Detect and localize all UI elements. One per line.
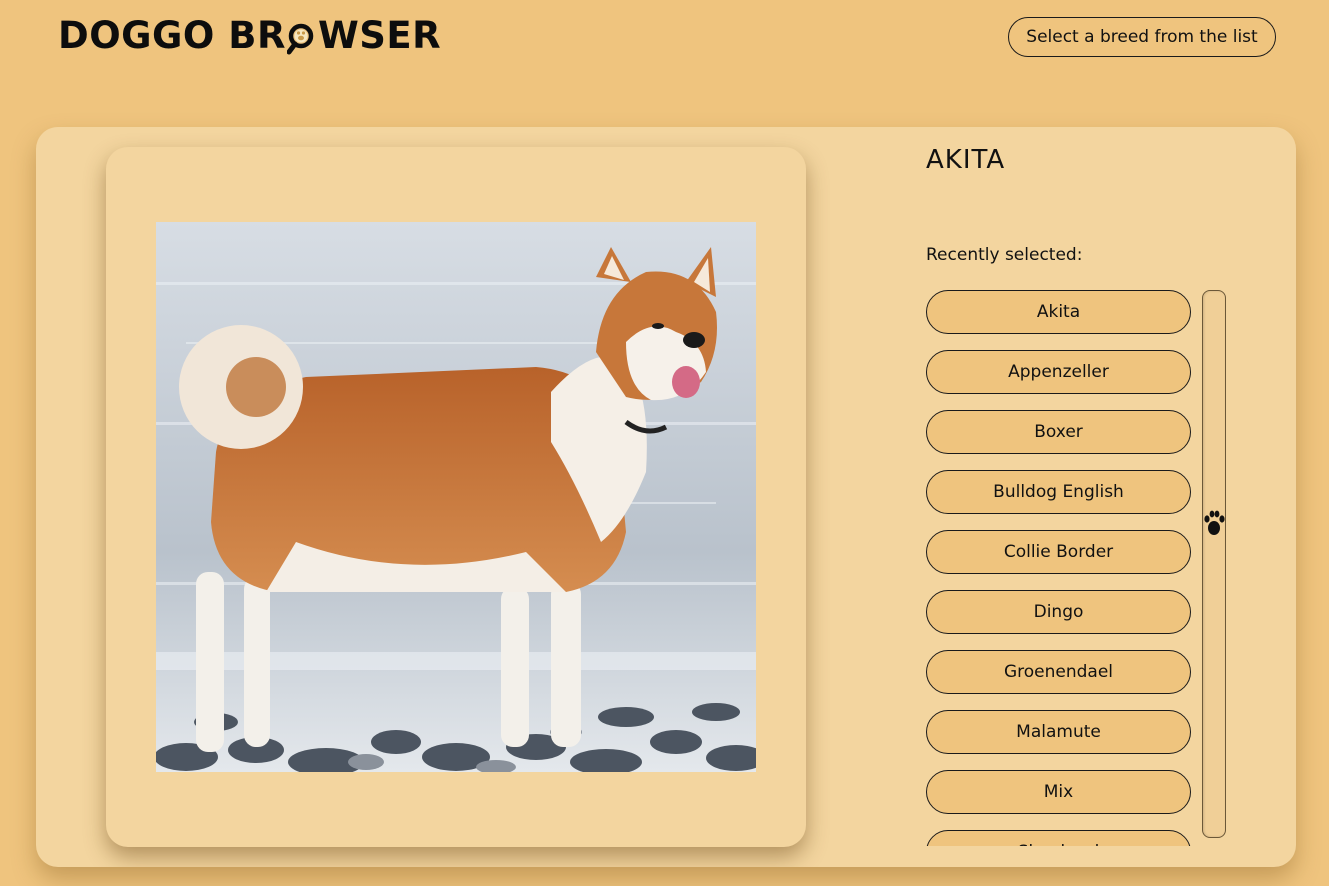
main-card: AKITA Recently selected: Akita Appenzell…: [36, 127, 1296, 867]
photo-card: [106, 147, 806, 847]
breed-button-mix[interactable]: Mix: [926, 770, 1191, 814]
breed-button-akita[interactable]: Akita: [926, 290, 1191, 334]
breed-list-scrollbar[interactable]: [1202, 290, 1226, 838]
magnifier-paw-icon: [286, 21, 317, 54]
breed-button-dingo[interactable]: Dingo: [926, 590, 1191, 634]
breed-button-appenzeller[interactable]: Appenzeller: [926, 350, 1191, 394]
breed-button-bulldog-english[interactable]: Bulldog English: [926, 470, 1191, 514]
header: DOGGO BR WSER Select a breed from the li…: [0, 0, 1329, 110]
breed-button-boxer[interactable]: Boxer: [926, 410, 1191, 454]
paw-print-icon[interactable]: [1201, 505, 1227, 541]
recent-breed-list: Akita Appenzeller Boxer Bulldog English …: [926, 290, 1192, 846]
breed-title: AKITA: [926, 145, 1006, 175]
logo-text-end: WSER: [317, 14, 442, 57]
breed-button-groenendael[interactable]: Groenendael: [926, 650, 1191, 694]
logo-text-start: DOGGO BR: [58, 14, 286, 57]
dog-photo: [156, 222, 756, 772]
breed-button-malamute[interactable]: Malamute: [926, 710, 1191, 754]
breed-button-shepherd[interactable]: Shepherd: [926, 830, 1191, 846]
breed-button-collie-border[interactable]: Collie Border: [926, 530, 1191, 574]
recently-selected-label: Recently selected:: [926, 245, 1083, 265]
app-logo[interactable]: DOGGO BR WSER: [58, 14, 441, 57]
select-breed-button[interactable]: Select a breed from the list: [1008, 17, 1276, 57]
